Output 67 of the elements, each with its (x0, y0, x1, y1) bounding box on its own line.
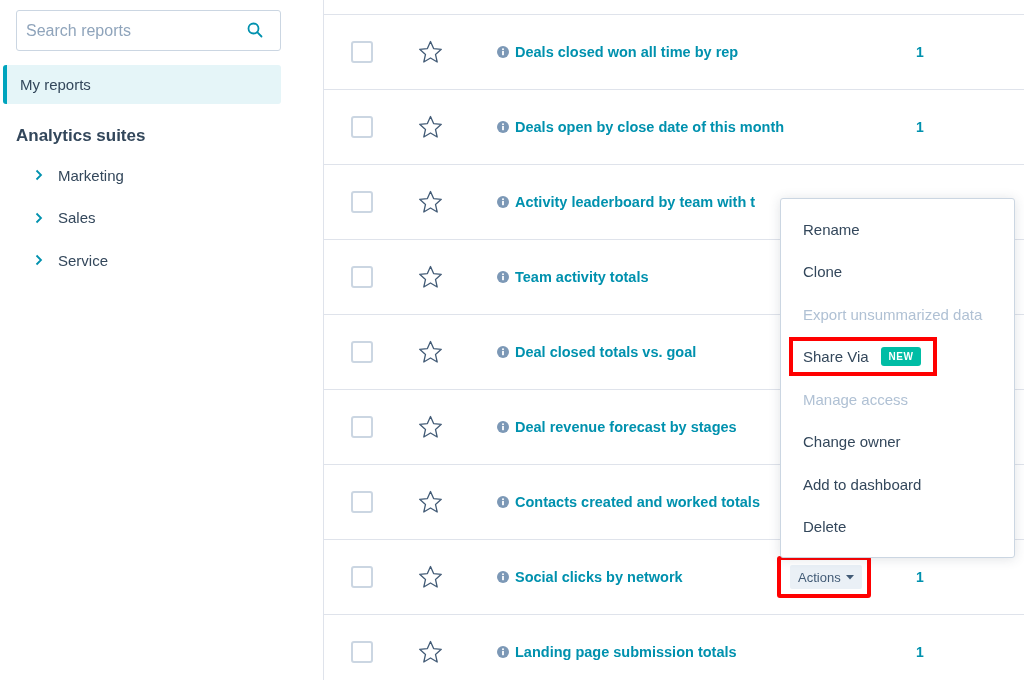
info-icon (497, 121, 509, 133)
star-icon[interactable] (418, 640, 443, 664)
star-icon[interactable] (418, 40, 443, 64)
info-icon (497, 271, 509, 283)
menu-item[interactable]: Add to dashboard (791, 470, 934, 498)
count-link[interactable]: 1 (916, 44, 924, 60)
info-icon (497, 346, 509, 358)
new-badge: NEW (880, 347, 922, 367)
checkbox[interactable] (351, 116, 373, 138)
count-link[interactable]: 1 (916, 644, 924, 660)
suite-label: Marketing (58, 166, 124, 184)
menu-item-label: Rename (803, 220, 860, 238)
menu-item[interactable]: Clone (791, 258, 855, 286)
info-icon (497, 571, 509, 583)
report-link[interactable]: Activity leaderboard by team with t (515, 194, 756, 210)
count-link[interactable]: 1 (916, 569, 924, 585)
nav-item[interactable]: My reports (3, 65, 281, 104)
checkbox[interactable] (351, 641, 373, 663)
star-icon[interactable] (418, 265, 443, 289)
checkbox[interactable] (351, 416, 373, 438)
checkbox[interactable] (351, 491, 373, 513)
info-icon (497, 196, 509, 208)
info-icon (497, 421, 509, 433)
menu-item-label: Add to dashboard (803, 475, 922, 493)
report-link[interactable]: Deals open by close date of this month (515, 119, 785, 135)
menu-item-label: Share Via (803, 348, 869, 366)
menu-item-label: Change owner (803, 433, 901, 451)
star-icon[interactable] (418, 490, 443, 514)
search-icon (247, 22, 263, 38)
menu-item[interactable]: Change owner (791, 428, 913, 456)
report-link[interactable]: Team activity totals (515, 269, 649, 285)
suite-label: Service (58, 251, 109, 269)
suite-item[interactable]: Marketing (35, 154, 323, 197)
star-icon[interactable] (418, 565, 443, 589)
star-icon[interactable] (418, 340, 443, 364)
report-link[interactable]: Social clicks by network (515, 569, 683, 585)
checkbox[interactable] (351, 266, 373, 288)
star-icon[interactable] (418, 415, 443, 439)
star-icon[interactable] (418, 115, 443, 139)
suite-label: Sales (58, 209, 96, 227)
section-heading: Analytics suites (16, 126, 147, 146)
info-icon (497, 496, 509, 508)
info-icon (497, 646, 509, 658)
report-link[interactable]: Deal closed totals vs. goal (515, 344, 697, 360)
suite-item[interactable]: Service (35, 239, 323, 282)
report-link[interactable]: Deal revenue forecast by stages (515, 419, 737, 435)
menu-item-label: Export unsummarized data (803, 305, 983, 323)
menu-item[interactable]: Share Via NEW (791, 339, 936, 375)
menu-item-label: Delete (803, 518, 847, 536)
actions-button[interactable]: Actions (790, 565, 862, 589)
checkbox[interactable] (351, 341, 373, 363)
count-link[interactable]: 1 (916, 119, 924, 135)
report-link[interactable]: Landing page submission totals (515, 644, 737, 660)
report-link[interactable]: Contacts created and worked totals (515, 494, 760, 510)
suite-item[interactable]: Sales (35, 196, 323, 239)
checkbox[interactable] (351, 191, 373, 213)
caret-icon (845, 574, 854, 580)
menu-item-label: Manage access (803, 390, 909, 408)
menu-item[interactable]: Delete (791, 513, 859, 541)
menu-item-label: Clone (803, 263, 843, 281)
report-link[interactable]: Deals closed won all time by rep (515, 44, 739, 60)
checkbox[interactable] (351, 41, 373, 63)
search-field[interactable]: Search reports (16, 10, 281, 51)
checkbox[interactable] (351, 566, 373, 588)
menu-item[interactable]: Rename (791, 215, 872, 243)
info-icon (497, 46, 509, 58)
star-icon[interactable] (418, 190, 443, 214)
